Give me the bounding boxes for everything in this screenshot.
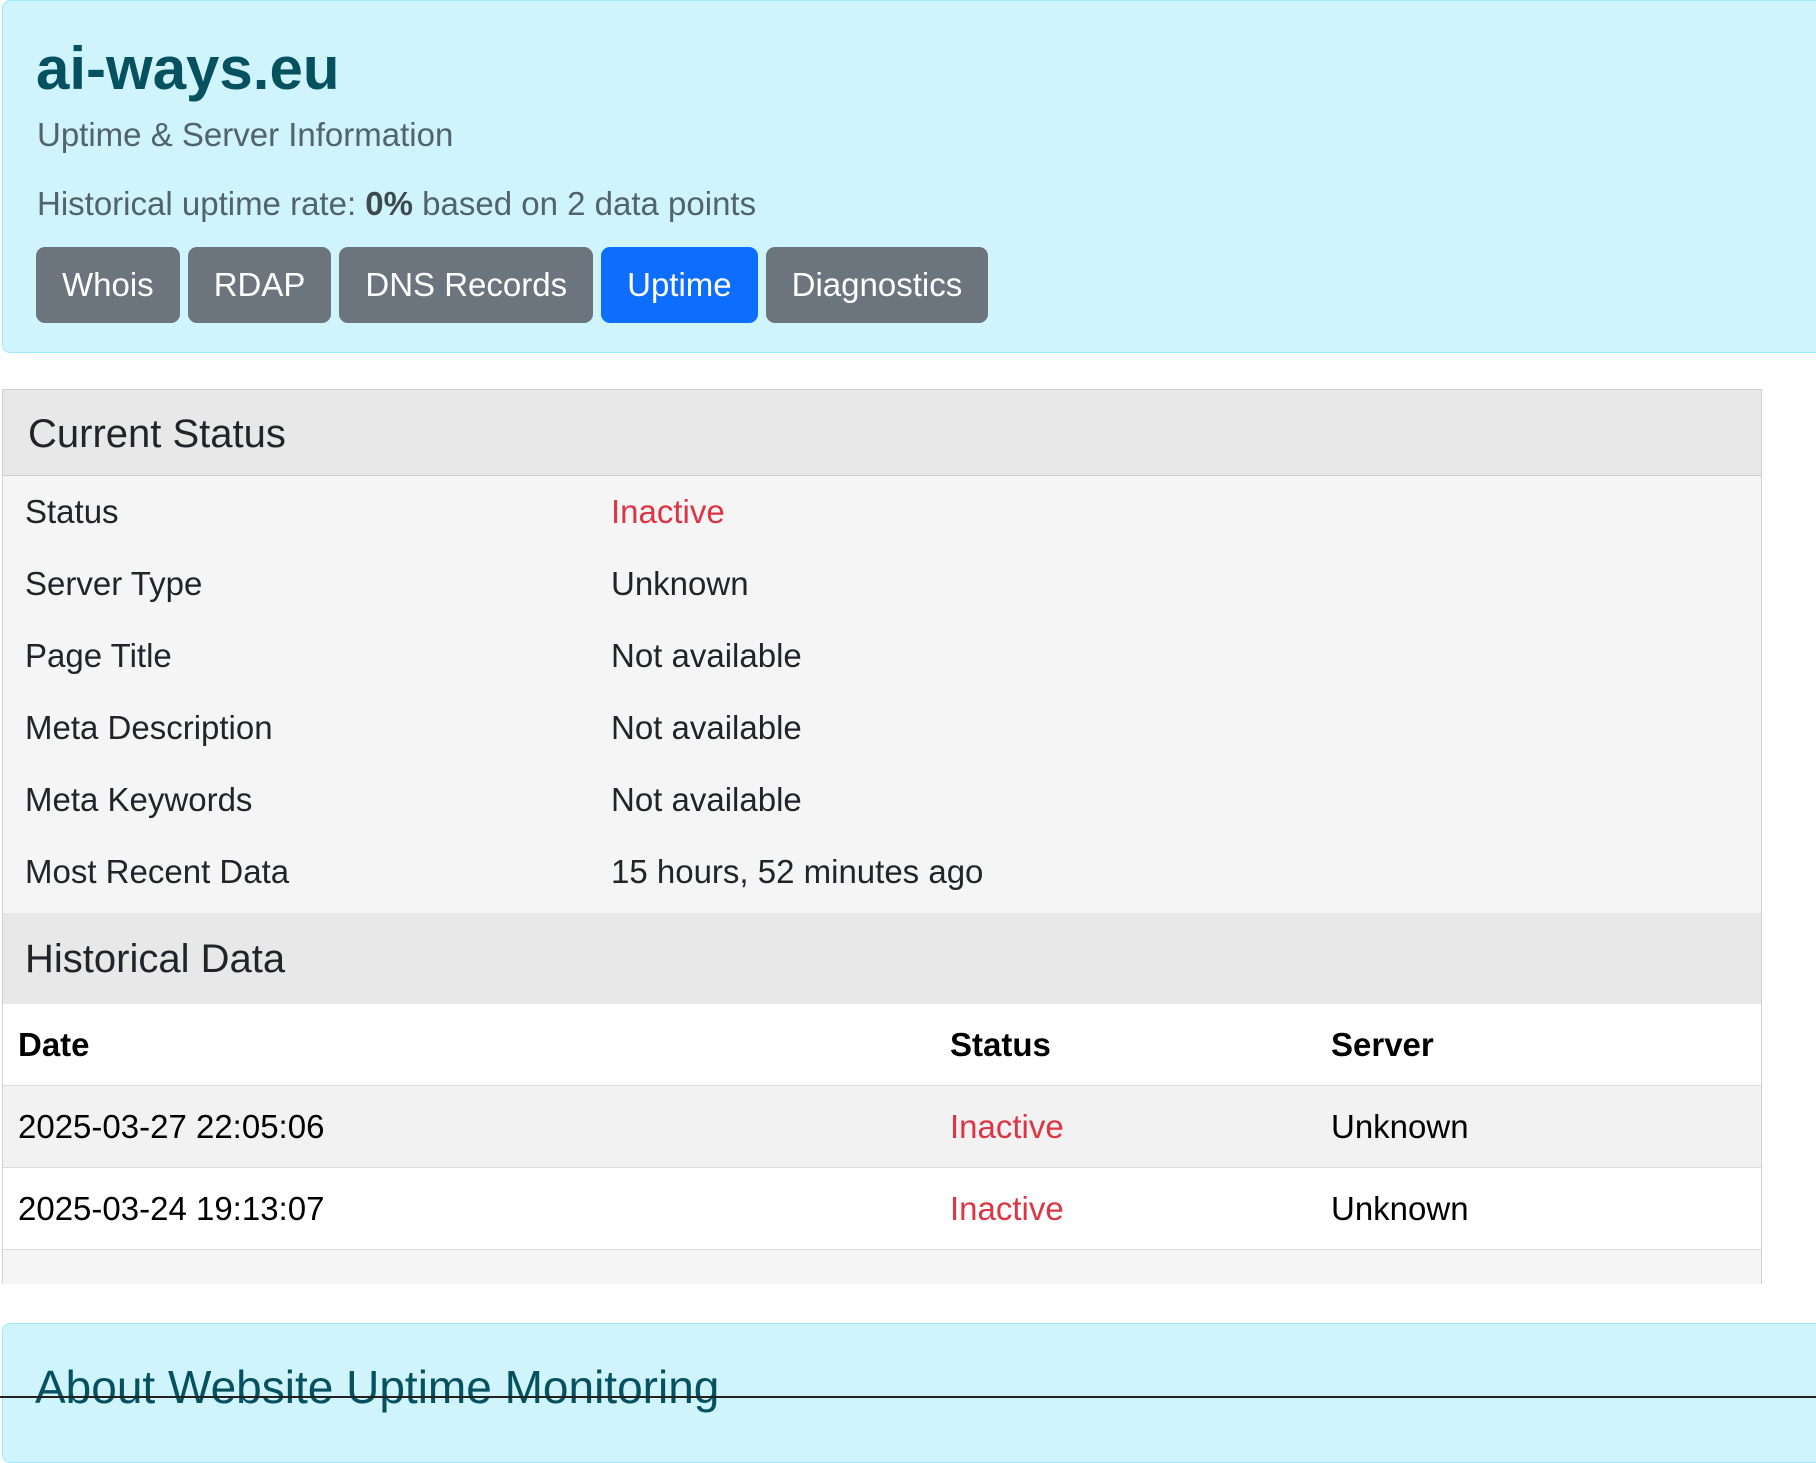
page-subtitle: Uptime & Server Information <box>37 116 454 153</box>
tab-whois[interactable]: Whois <box>36 247 180 323</box>
row-server: Unknown <box>1331 1190 1469 1227</box>
row-server: Unknown <box>1331 1108 1469 1145</box>
meta-keywords-row: Meta Keywords Not available <box>3 765 1761 837</box>
meta-description-label: Meta Description <box>25 709 273 746</box>
row-date: 2025-03-24 19:13:07 <box>18 1190 325 1227</box>
uptime-prefix: Historical uptime rate: <box>37 185 366 222</box>
card-footer <box>3 1250 1761 1284</box>
uptime-rate: 0% <box>365 185 413 222</box>
row-date: 2025-03-27 22:05:06 <box>18 1108 325 1145</box>
about-section: About Website Uptime Monitoring <box>2 1323 1816 1463</box>
current-status-header: Current Status <box>3 390 1761 476</box>
tab-rdap[interactable]: RDAP <box>187 247 332 323</box>
server-type-value: Unknown <box>611 565 749 602</box>
uptime-suffix: based on 2 data points <box>412 185 757 222</box>
column-header-date: Date <box>18 1026 90 1063</box>
current-status-title: Current Status <box>28 412 286 456</box>
column-header-status: Status <box>950 1026 1051 1063</box>
table-row: 2025-03-24 19:13:07 Inactive Unknown <box>3 1168 1761 1250</box>
page-title-label: Page Title <box>25 637 172 674</box>
tab-nav: Whois RDAP DNS Records Uptime Diagnostic… <box>36 247 989 323</box>
historical-data-title: Historical Data <box>25 937 286 981</box>
page-title-row: Page Title Not available <box>3 621 1761 693</box>
status-value: Inactive <box>611 493 725 530</box>
most-recent-data-row: Most Recent Data 15 hours, 52 minutes ag… <box>3 837 1761 909</box>
server-type-label: Server Type <box>25 565 203 602</box>
column-header-server: Server <box>1331 1026 1434 1063</box>
table-row: 2025-03-27 22:05:06 Inactive Unknown <box>3 1086 1761 1168</box>
table-header-row: Date Status Server <box>3 1004 1761 1086</box>
meta-description-value: Not available <box>611 709 802 746</box>
meta-description-row: Meta Description Not available <box>3 693 1761 765</box>
status-label: Status <box>25 493 119 530</box>
page-title-value: Not available <box>611 637 802 674</box>
most-recent-data-value: 15 hours, 52 minutes ago <box>611 853 984 890</box>
domain-info-header: ai-ways.eu Uptime & Server Information H… <box>2 0 1816 353</box>
uptime-summary: Historical uptime rate: 0% based on 2 da… <box>37 187 756 220</box>
row-status: Inactive <box>950 1190 1064 1227</box>
about-title: About Website Uptime Monitoring <box>35 1361 720 1413</box>
meta-keywords-value: Not available <box>611 781 802 818</box>
most-recent-data-label: Most Recent Data <box>25 853 290 890</box>
historical-data-header: Historical Data <box>3 913 1761 1004</box>
tab-uptime[interactable]: Uptime <box>601 247 758 323</box>
tab-diagnostics[interactable]: Diagnostics <box>765 247 989 323</box>
status-row: Status Inactive <box>3 477 1761 549</box>
row-status: Inactive <box>950 1108 1064 1145</box>
current-status-card: Current Status Status Inactive Server Ty… <box>2 389 1762 1284</box>
domain-title: ai-ways.eu <box>36 35 340 102</box>
meta-keywords-label: Meta Keywords <box>25 781 253 818</box>
server-type-row: Server Type Unknown <box>3 549 1761 621</box>
historical-data-table: Date Status Server 2025-03-27 22:05:06 I… <box>3 1004 1761 1250</box>
tab-dns-records[interactable]: DNS Records <box>339 247 594 323</box>
